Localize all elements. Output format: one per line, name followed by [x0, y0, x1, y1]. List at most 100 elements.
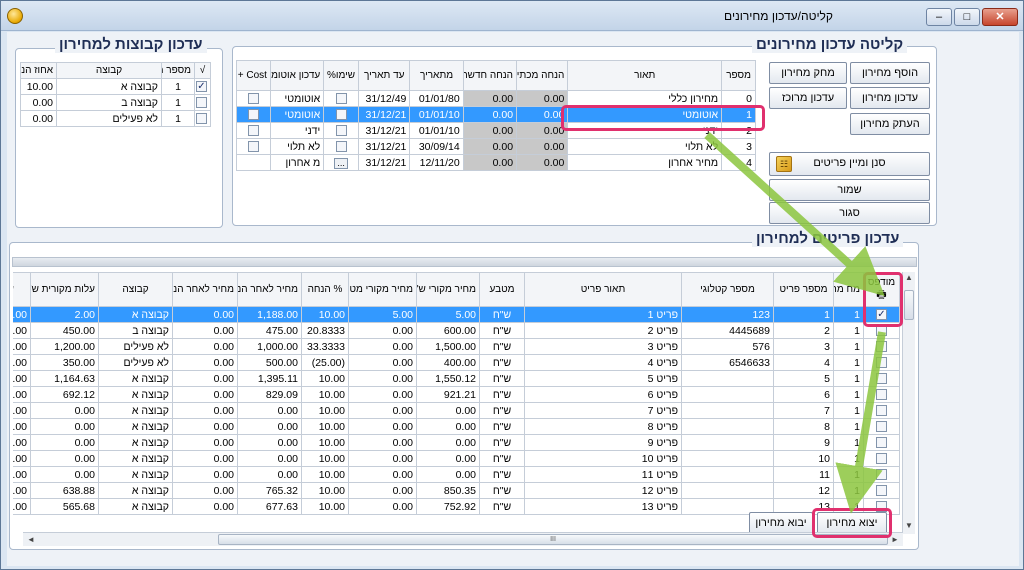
pricelist-cost-cell[interactable]: [236, 106, 271, 123]
item-printed-cell[interactable]: [863, 402, 900, 419]
item-printed-checkbox[interactable]: [876, 389, 887, 401]
item-row[interactable]: 1 6 פריט 6 ש"ח 921.21 0.00 10.00 829.09 0.00 קבוצ…: [13, 386, 900, 403]
item-printed-checkbox[interactable]: [876, 437, 887, 449]
pricelist-central-check-cell[interactable]: [323, 122, 360, 139]
items-grid-top-bar: [12, 257, 917, 267]
group-checkbox[interactable]: ✓: [196, 81, 207, 93]
save-button[interactable]: שמור: [769, 179, 930, 201]
pricelist-cost-cell[interactable]: [236, 138, 271, 155]
pricelist-row[interactable]: 0 מחירון כללי 0.00 0.00 01/01/80 31/12/49 אוטו…: [236, 90, 756, 107]
export-pricelist-button[interactable]: יצוא מחירון: [817, 512, 887, 534]
pricelist-row[interactable]: 3 לא תלוי 0.00 0.00 30/09/14 31/12/21 לא תלוי: [236, 138, 756, 155]
item-printed-checkbox[interactable]: [876, 453, 887, 465]
update-pricelist-button[interactable]: עדכון מחירון: [850, 87, 930, 109]
pricelist-central-check-cell[interactable]: ...: [323, 154, 360, 171]
group-check-cell[interactable]: [194, 110, 211, 127]
pricelist-cost-checkbox[interactable]: [247, 141, 259, 153]
horizontal-scroll-thumb[interactable]: III: [218, 534, 888, 545]
group-check-cell[interactable]: ✓: [194, 78, 211, 95]
copy-pricelist-button[interactable]: העתק מחירון: [850, 113, 930, 135]
items-vertical-scrollbar[interactable]: ▲ ▼: [902, 272, 915, 534]
delete-pricelist-button[interactable]: מחק מחירון: [769, 62, 847, 84]
group-discount: 0.00: [20, 110, 57, 127]
item-printed-checkbox[interactable]: [876, 373, 887, 385]
groups-row[interactable]: 1 קבוצה ב 0.00: [20, 94, 211, 111]
pricelist-cost-checkbox[interactable]: [247, 109, 259, 121]
item-printed-cell[interactable]: [863, 466, 900, 483]
pricelist-cost-cell[interactable]: [236, 154, 271, 171]
item-row[interactable]: ✓ 1 1 123 פריט 1 ש"ח 5.00 5.00 10.00 1,188.00 0.00…: [13, 306, 900, 323]
close-window-button[interactable]: ✕: [982, 8, 1018, 26]
group-check-cell[interactable]: [194, 94, 211, 111]
item-printed-cell[interactable]: [863, 370, 900, 387]
pricelist-central-check-cell[interactable]: [323, 90, 360, 107]
item-row[interactable]: 1 2 4445689 פריט 2 ש"ח 600.00 0.00 20.8333 475.0…: [13, 322, 900, 339]
minimize-button[interactable]: –: [926, 8, 952, 26]
item-printed-checkbox[interactable]: ✓: [876, 309, 887, 321]
item-row[interactable]: 1 7 פריט 7 ש"ח 0.00 0.00 10.00 0.00 0.00 קבוצה א0…: [13, 402, 900, 419]
item-row[interactable]: 1 10 פריט 10 ש"ח 0.00 0.00 10.00 0.00 0.00 קבוצה …: [13, 450, 900, 467]
group-checkbox[interactable]: [196, 97, 207, 109]
close-button[interactable]: סגור: [769, 202, 930, 224]
pricelist-cost-cell[interactable]: [236, 90, 271, 107]
item-printed-cell[interactable]: [863, 450, 900, 467]
item-printed-cell[interactable]: [863, 338, 900, 355]
pricelist-central-checkbox[interactable]: [335, 125, 347, 137]
item-column-header-label: מחיר לאחר הנחה ש"ח: [237, 283, 299, 295]
groups-row[interactable]: ✓ 1 קבוצה א 10.00: [20, 78, 211, 95]
item-printed-checkbox[interactable]: [876, 421, 887, 433]
central-update-button[interactable]: עדכון מרוכז: [769, 87, 847, 109]
item-row[interactable]: 1 4 6546633 פריט 4 ש"ח 400.00 0.00 (25.00) 500.0…: [13, 354, 900, 371]
pricelist-row[interactable]: 4 מחיר אחרון 0.00 0.00 12/11/20 31/12/21... מ …: [236, 154, 756, 171]
pricelist-row[interactable]: 2 ידני 0.00 0.00 01/01/10 31/12/21 ידני: [236, 122, 756, 139]
item-printed-cell[interactable]: [863, 482, 900, 499]
pricelist-cost-checkbox[interactable]: [247, 125, 259, 137]
vertical-scroll-thumb[interactable]: [904, 290, 914, 320]
groups-header-row: √מספר מחירוןקבוצהאחוז הנחה: [20, 62, 211, 79]
printer-icon: 🖶: [876, 289, 887, 301]
pricelist-row[interactable]: 1 אוטומטי 0.00 0.00 01/01/10 31/12/21 אוטומטי: [236, 106, 756, 123]
items-horizontal-scrollbar[interactable]: ◄ III ►: [23, 532, 903, 546]
pricelist-central-checkbox[interactable]: [335, 141, 347, 153]
item-row[interactable]: 1 9 פריט 9 ש"ח 0.00 0.00 10.00 0.00 0.00 קבוצה א0…: [13, 434, 900, 451]
item-printed-cell[interactable]: [863, 418, 900, 435]
item-column-header: מח מחירון: [833, 272, 864, 307]
item-printed-cell[interactable]: [863, 434, 900, 451]
item-row[interactable]: 1 12 פריט 12 ש"ח 850.35 0.00 10.00 765.32 0.00 קב…: [13, 482, 900, 499]
item-printed-cell[interactable]: [863, 322, 900, 339]
item-printed-cell[interactable]: [863, 386, 900, 403]
item-row[interactable]: 1 5 פריט 5 ש"ח 1,550.12 0.00 10.00 1,395.11 0.00…: [13, 370, 900, 387]
item-row[interactable]: 1 3 576 פריט 3 ש"ח 1,500.00 0.00 33.3333 1,000.0…: [13, 338, 900, 355]
maximize-button[interactable]: □: [954, 8, 980, 26]
pricelist-central-checkbox[interactable]: [335, 93, 347, 105]
pricelist-central-checkbox[interactable]: [335, 109, 347, 121]
pricelist-from-date: 30/09/14: [409, 138, 464, 155]
item-row[interactable]: 1 8 פריט 8 ש"ח 0.00 0.00 10.00 0.00 0.00 קבוצה א0…: [13, 418, 900, 435]
pricelist-cost-cell[interactable]: [236, 122, 271, 139]
scroll-left-icon[interactable]: ◄: [25, 534, 37, 546]
title-bar: קליטה/עדכון מחירונים – □ ✕: [1, 1, 1023, 31]
groups-row[interactable]: 1 לא פעילים 0.00: [20, 110, 211, 127]
import-pricelist-button[interactable]: יבוא מחירון: [749, 512, 813, 534]
item-discount-percent: 10.00: [301, 370, 349, 387]
scroll-down-icon[interactable]: ▼: [903, 520, 915, 532]
item-printed-checkbox[interactable]: [876, 485, 887, 497]
pricelist-central-check-cell[interactable]: [323, 106, 360, 123]
group-checkbox[interactable]: [196, 113, 207, 125]
item-printed-cell[interactable]: ✓: [863, 306, 900, 323]
item-printed-checkbox[interactable]: [876, 501, 887, 513]
item-row[interactable]: 1 11 פריט 11 ש"ח 0.00 0.00 10.00 0.00 0.00 קבוצה …: [13, 466, 900, 483]
scroll-up-icon[interactable]: ▲: [903, 272, 915, 284]
item-printed-checkbox[interactable]: [876, 325, 887, 337]
item-printed-cell[interactable]: [863, 354, 900, 371]
more-options-button[interactable]: ...: [334, 157, 348, 169]
pricelist-cost-checkbox[interactable]: [247, 93, 259, 105]
scroll-right-icon[interactable]: ►: [889, 534, 901, 546]
item-printed-checkbox[interactable]: [876, 341, 887, 353]
item-printed-checkbox[interactable]: [876, 469, 887, 481]
filter-sort-items-button[interactable]: ☷ סנן ומיין פריטים: [769, 152, 930, 176]
pricelist-central-check-cell[interactable]: [323, 138, 360, 155]
item-printed-checkbox[interactable]: [876, 357, 887, 369]
item-printed-checkbox[interactable]: [876, 405, 887, 417]
add-pricelist-button[interactable]: הוסף מחירון: [850, 62, 930, 84]
